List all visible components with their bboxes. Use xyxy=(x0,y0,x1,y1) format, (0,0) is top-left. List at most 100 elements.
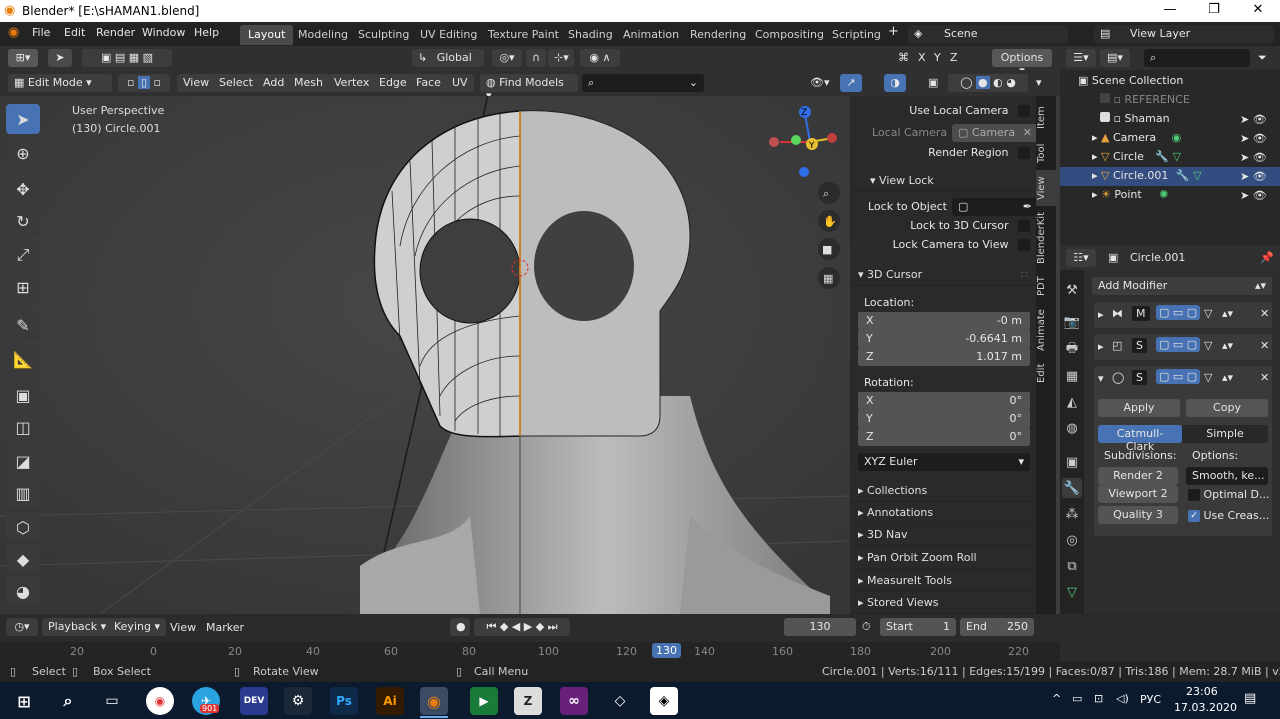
minimize-button[interactable]: — xyxy=(1152,2,1188,17)
filter-icon[interactable]: ⏷ xyxy=(1258,51,1267,65)
pivot-point-icon[interactable]: ◎▾ xyxy=(492,49,522,67)
tray-time[interactable]: 23:06 xyxy=(1186,685,1218,698)
rotation-mode-select[interactable]: XYZ Euler ▾ xyxy=(858,453,1030,471)
eye-icon[interactable]: 👁 xyxy=(1253,113,1267,126)
data-props-icon[interactable]: ▽ xyxy=(1062,582,1082,602)
playhead[interactable]: 130 xyxy=(652,643,681,658)
tray-battery-icon[interactable]: ▭ xyxy=(1072,692,1082,705)
simple-button[interactable]: Simple xyxy=(1182,425,1268,443)
optimal-display-checkbox[interactable] xyxy=(1188,489,1200,501)
render-props-icon[interactable]: 📷 xyxy=(1062,312,1082,332)
playback-menu[interactable]: Playback ▾ xyxy=(42,618,113,636)
constraints-props-icon[interactable]: ⧉ xyxy=(1062,556,1082,576)
zbrush-icon[interactable]: Z xyxy=(514,687,542,715)
remove-modifier-icon[interactable]: ✕ xyxy=(1260,307,1269,320)
vertex-icon[interactable]: ▽ xyxy=(1204,307,1212,320)
local-camera-field[interactable]: ▢ Camera ✕ xyxy=(952,124,1038,142)
vp-menu-vertex[interactable]: Vertex xyxy=(328,74,376,92)
rotation-x-field[interactable]: X 0° xyxy=(858,392,1030,410)
tab-sculpting[interactable]: Sculpting xyxy=(350,25,417,45)
reference-checkbox[interactable] xyxy=(1100,93,1110,103)
annotations-header[interactable]: ▸ Annotations xyxy=(850,502,1036,524)
tab-blenderkit[interactable]: BlenderKit xyxy=(1036,208,1056,268)
selection-mode-buttons[interactable]: ▣ ▤ ▦ ▧ xyxy=(82,49,172,67)
outliner-row-reference[interactable]: ▫ REFERENCE xyxy=(1060,91,1280,110)
options-button[interactable]: Options ▾ xyxy=(992,49,1052,77)
stopwatch-icon[interactable]: ⏱ xyxy=(862,620,871,634)
playback-controls-icon[interactable]: ⏮ ◆ ◀ ▶ ◆ ⏭ xyxy=(474,618,570,636)
task-view-icon[interactable]: ▭ xyxy=(98,687,126,715)
modifier-props-icon[interactable]: 🔧 xyxy=(1062,478,1082,498)
use-local-camera-checkbox[interactable] xyxy=(1018,105,1030,117)
reorder-icon[interactable]: ▴▾ xyxy=(1222,307,1233,320)
end-frame-field[interactable]: End 250 xyxy=(960,618,1034,636)
tab-view[interactable]: View xyxy=(1036,170,1056,206)
current-frame-field[interactable]: 130 xyxy=(784,618,856,636)
shading-modes[interactable]: ◯ ● ◐ ◕ xyxy=(948,74,1028,92)
scene-collection-row[interactable]: ▣ Scene Collection xyxy=(1060,72,1280,91)
vp-menu-select[interactable]: Select xyxy=(213,74,259,92)
timeline-view-menu[interactable]: View xyxy=(170,621,196,634)
outliner-editor-icon[interactable]: ☰▾ xyxy=(1066,49,1096,67)
copy-button[interactable]: Copy xyxy=(1186,399,1268,417)
eye-icon[interactable]: 👁 xyxy=(1253,189,1267,202)
blender-taskbar-icon[interactable]: ◉ xyxy=(420,687,448,715)
vp-menu-mesh[interactable]: Mesh xyxy=(288,74,329,92)
modifier-toggles-icon[interactable]: ▢ ▭ ▢ xyxy=(1156,305,1201,320)
tab-tool[interactable]: Tool xyxy=(1036,138,1056,168)
location-y-field[interactable]: Y -0.6641 m xyxy=(858,330,1030,348)
snap-icon[interactable]: ∩ xyxy=(526,49,546,67)
select-arrow-icon[interactable]: ➤ xyxy=(1240,170,1249,183)
expand-icon[interactable]: ▸ xyxy=(1098,340,1104,353)
view-lock-header[interactable]: ▾ View Lock xyxy=(850,170,1036,192)
tab-modeling[interactable]: Modeling xyxy=(290,25,356,45)
photoshop-icon[interactable]: Ps xyxy=(330,687,358,715)
asset-search-input[interactable]: ⌕ ⌄ xyxy=(582,74,704,92)
tab-shading[interactable]: Shading xyxy=(560,25,621,45)
menu-file[interactable]: File xyxy=(32,26,50,39)
add-workspace-icon[interactable]: + xyxy=(888,24,899,39)
particles-props-icon[interactable]: ⁂ xyxy=(1062,504,1082,524)
loop-cut-tool-icon[interactable]: ▥ xyxy=(6,478,40,508)
tray-language[interactable]: РУС xyxy=(1140,693,1161,706)
select-arrow-icon[interactable]: ➤ xyxy=(1240,151,1249,164)
view-layer-selector[interactable]: ▤ View Layer xyxy=(1094,25,1274,43)
reorder-icon[interactable]: ▴▾ xyxy=(1222,339,1233,352)
select-box-tool-icon[interactable]: ➤ xyxy=(6,104,40,134)
use-crease-row[interactable]: ✓ Use Creas... xyxy=(1188,509,1269,522)
select-arrow-icon[interactable]: ➤ xyxy=(1240,113,1249,126)
timeline-ruler[interactable]: 20 0 20 40 60 80 100 120 130 140 160 180… xyxy=(0,642,1060,662)
lock-camera-row[interactable]: Lock Camera to View xyxy=(858,238,1030,256)
measure-tool-icon[interactable]: 📐 xyxy=(6,344,40,374)
3d-nav-header[interactable]: ▸ 3D Nav xyxy=(850,524,1036,546)
transform-tool-icon[interactable]: ⊞ xyxy=(6,272,40,302)
lock-to-object-field[interactable]: ▢ ✒ xyxy=(952,198,1038,216)
gizmo-toggle-icon[interactable]: ↗ xyxy=(840,74,862,92)
search-dropdown-icon[interactable]: ⌄ xyxy=(689,76,698,89)
extrude-tool-icon[interactable]: ▣ xyxy=(6,380,40,410)
menu-window[interactable]: Window xyxy=(142,26,185,39)
select-mode-toggle[interactable]: ▫ ▯ ▫ xyxy=(118,74,170,92)
expand-icon[interactable]: ▸ xyxy=(1098,308,1104,321)
object-props-icon[interactable]: ▣ xyxy=(1062,452,1082,472)
start-frame-field[interactable]: Start 1 xyxy=(880,618,956,636)
menu-help[interactable]: Help xyxy=(194,26,219,39)
apply-button[interactable]: Apply xyxy=(1098,399,1180,417)
mirror-y[interactable]: Y xyxy=(934,51,941,64)
timeline-marker-menu[interactable]: Marker xyxy=(206,621,244,634)
xray-icon[interactable]: ▣ xyxy=(928,76,938,89)
pin-icon[interactable]: 📌 xyxy=(1260,251,1274,264)
reorder-icon[interactable]: ▴▾ xyxy=(1222,371,1233,384)
overlay-toggle-icon[interactable]: ◑ xyxy=(884,74,906,92)
windows-start-icon[interactable]: ⊞ xyxy=(10,687,38,715)
tool-select-icon[interactable]: ➤ xyxy=(48,49,72,67)
optimal-display-row[interactable]: Optimal D... xyxy=(1188,488,1269,501)
dev-app-icon[interactable]: DEV xyxy=(240,687,268,715)
vp-menu-edge[interactable]: Edge xyxy=(373,74,413,92)
visual-studio-icon[interactable]: ∞ xyxy=(560,687,588,715)
vp-menu-add[interactable]: Add xyxy=(257,74,291,92)
tray-volume-icon[interactable]: ◁) xyxy=(1116,692,1129,705)
eye-icon[interactable]: 👁 xyxy=(1253,132,1267,145)
inset-tool-icon[interactable]: ◫ xyxy=(6,412,40,442)
collections-header[interactable]: ▸ Collections xyxy=(850,480,1036,502)
